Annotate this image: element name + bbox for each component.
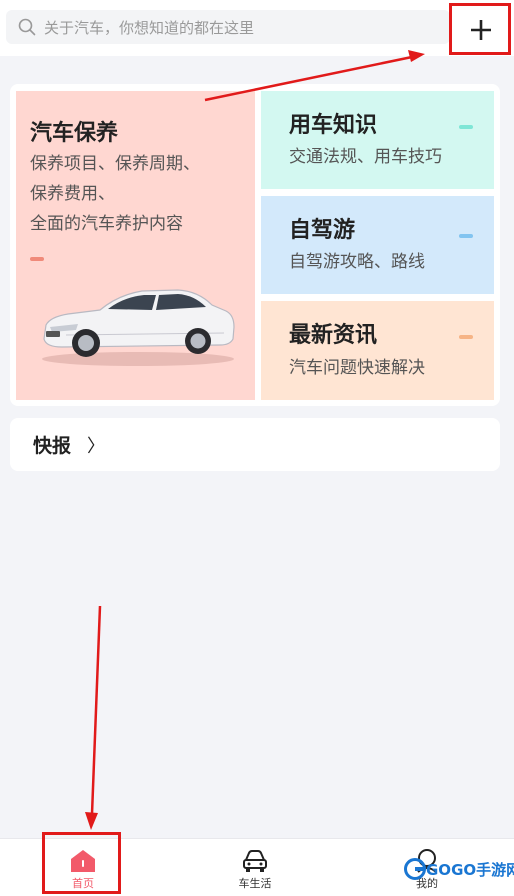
- latest-news-accent-dash: [459, 335, 473, 339]
- annotation-box-home: [42, 832, 121, 894]
- search-bar[interactable]: 关于汽车，你想知道的都在这里: [6, 10, 450, 44]
- tab-car-life-label: 车生活: [238, 877, 272, 890]
- top-bar: 关于汽车，你想知道的都在这里: [0, 0, 514, 56]
- maintenance-line-2: 保养费用、: [30, 184, 115, 204]
- car-knowledge-tile[interactable]: 用车知识 交通法规、用车技巧: [261, 91, 494, 189]
- maintenance-line-1: 保养项目、保养周期、: [30, 154, 200, 174]
- car-knowledge-subtitle: 交通法规、用车技巧: [289, 147, 442, 167]
- maintenance-line-3: 全面的汽车养护内容: [30, 214, 183, 234]
- annotation-arrow-bottom: [90, 605, 102, 815]
- gogo-logo-icon: [404, 858, 426, 880]
- self-drive-title: 自驾游: [289, 218, 356, 243]
- quick-news-label: 快报: [33, 435, 72, 457]
- maintenance-title: 汽车保养: [30, 121, 119, 146]
- annotation-box-add: [449, 3, 511, 55]
- latest-news-tile[interactable]: 最新资讯 汽车问题快速解决: [261, 301, 494, 400]
- self-drive-tile[interactable]: 自驾游 自驾游攻略、路线: [261, 196, 494, 294]
- quick-news-bar[interactable]: 快报 〉: [10, 418, 500, 471]
- gogo-watermark: GOGO手游网: [404, 858, 514, 880]
- car-icon: [243, 850, 267, 872]
- feature-card-grid: 汽车保养 保养项目、保养周期、 保养费用、 全面的汽车养护内容 用车知识 交通法…: [10, 84, 500, 406]
- maintenance-accent-dash: [30, 257, 44, 261]
- self-drive-subtitle: 自驾游攻略、路线: [289, 252, 425, 272]
- search-icon: [18, 18, 36, 36]
- latest-news-title: 最新资讯: [289, 323, 378, 348]
- arrow-head-icon: [85, 812, 98, 830]
- self-drive-accent-dash: [459, 234, 473, 238]
- search-placeholder: 关于汽车，你想知道的都在这里: [44, 18, 255, 37]
- car-image: [42, 289, 235, 366]
- latest-news-subtitle: 汽车问题快速解决: [289, 358, 425, 378]
- car-knowledge-title: 用车知识: [289, 113, 378, 138]
- watermark-text: GOGO手游网: [426, 860, 514, 879]
- tab-car-life[interactable]: 车生活: [230, 839, 280, 896]
- car-knowledge-accent-dash: [459, 125, 473, 129]
- maintenance-tile[interactable]: 汽车保养 保养项目、保养周期、 保养费用、 全面的汽车养护内容: [16, 91, 255, 400]
- chevron-right-icon: 〉: [87, 435, 106, 457]
